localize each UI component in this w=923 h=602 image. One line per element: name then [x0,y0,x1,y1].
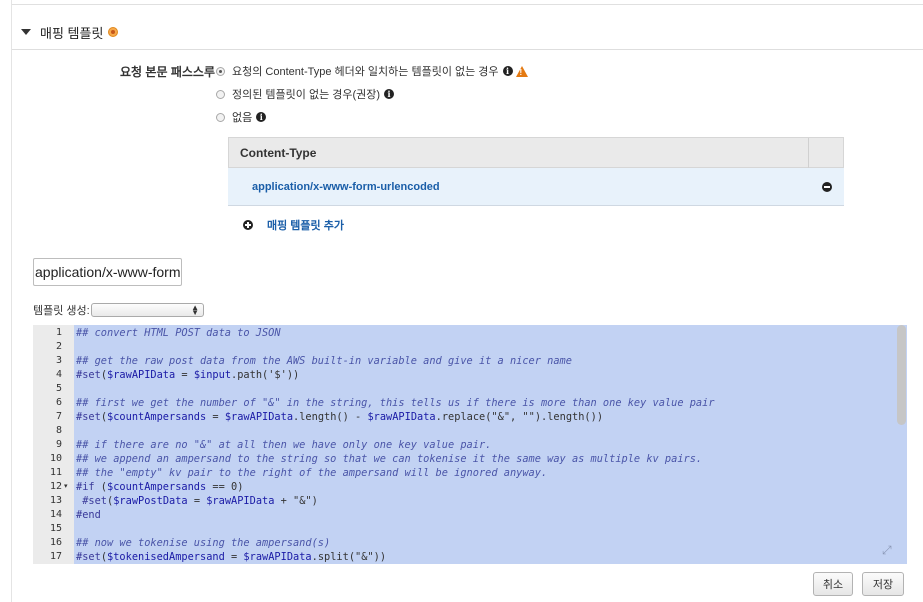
warning-icon: ! [515,65,528,77]
radio-button[interactable] [216,66,225,76]
radio-button[interactable] [216,89,225,99]
column-divider [808,138,809,168]
line-number: 12 [49,481,62,492]
line-number: 2 [55,341,62,352]
code-line: #if ($countAmpersands == 0) [76,481,244,493]
code-line: ## we append an ampersand to the string … [76,453,703,465]
content-type-table: Content-Type application/x-www-form-urle… [228,137,844,206]
code-line: #set($countAmpersands = $rawAPIData.leng… [76,411,604,423]
add-icon[interactable] [243,220,253,230]
passthrough-option-when-no-match[interactable]: 요청의 Content-Type 헤더와 일치하는 템플릿이 없는 경우 i ! [216,63,528,79]
code-line: #end [76,509,101,521]
line-number: 11 [49,467,62,478]
line-number: 1 [55,327,62,338]
info-icon[interactable]: i [256,112,267,122]
section-title: 매핑 템플릿 [40,25,104,41]
content-type-input[interactable] [33,258,182,286]
line-number: 8 [55,425,62,436]
mapping-template-header[interactable]: 매핑 템플릿 [21,22,119,42]
code-line: ## convert HTML POST data to JSON [76,327,281,339]
caret-down-icon[interactable] [21,29,31,35]
content-type-column-header: Content-Type [240,145,317,160]
add-mapping-template-label[interactable]: 매핑 템플릿 추가 [267,217,344,233]
add-mapping-template-button[interactable]: 매핑 템플릿 추가 [243,217,344,233]
status-dot-icon [108,27,119,37]
save-button[interactable]: 저장 [862,572,904,596]
section-divider [12,49,923,50]
table-header: Content-Type [228,137,844,168]
option-label: 정의된 템플릿이 없는 경우(권장) [232,89,381,101]
code-line: ## now we tokenise using the ampersand(s… [76,537,331,549]
passthrough-option-when-no-templates[interactable]: 정의된 템플릿이 없는 경우(권장) i [216,86,395,102]
line-number: 6 [55,397,62,408]
table-row[interactable]: application/x-www-form-urlencoded [228,168,844,206]
cancel-button[interactable]: 취소 [813,572,853,596]
select-arrows-icon: ▲ ▼ [191,303,199,317]
line-number: 5 [55,383,62,394]
line-number: 16 [49,537,62,548]
scrollbar-thumb[interactable] [897,325,906,425]
remove-icon[interactable] [822,181,832,192]
top-divider [12,0,923,5]
line-number: 7 [55,411,62,422]
info-icon[interactable]: i [502,66,513,76]
line-number: 15 [49,523,62,534]
code-line: ## if there are no "&" at all then we ha… [76,439,492,451]
template-code-editor[interactable]: 1 ## convert HTML POST data to JSON 2 3 ## g… [33,325,907,564]
code-line: #set($tokenisedAmpersand = $rawAPIData.s… [76,551,387,563]
line-number: 17 [49,551,62,562]
fold-arrow-icon[interactable]: ▾ [64,480,68,494]
option-label: 요청의 Content-Type 헤더와 일치하는 템플릿이 없는 경우 [232,66,499,78]
line-number: 9 [55,439,62,450]
line-number: 13 [49,495,62,506]
line-number: 4 [55,369,62,380]
code-line: #set($rawAPIData = $input.path('$')) [76,369,300,381]
code-line: ## first we get the number of "&" in the… [76,397,715,409]
option-label: 없음 [232,112,253,124]
left-border [11,0,12,602]
line-number: 14 [49,509,62,520]
passthrough-label: 요청 본문 패스스루 [120,65,215,79]
code-line: ## the "empty" kv pair to the right of t… [76,467,548,479]
content-type-link[interactable]: application/x-www-form-urlencoded [252,181,440,193]
code-line: #set($rawPostData = $rawAPIData + "&") [82,495,318,507]
template-generate-label: 템플릿 생성: [33,305,90,317]
code-line: ## get the raw post data from the AWS bu… [76,355,572,367]
passthrough-option-never[interactable]: 없음 i [216,109,267,125]
line-number: 10 [49,453,62,464]
radio-button[interactable] [216,112,225,122]
resize-icon[interactable]: ⤢ [882,543,892,558]
info-icon[interactable]: i [384,89,395,99]
line-number: 3 [55,355,62,366]
template-generate-select[interactable]: ▲ ▼ [91,303,204,317]
